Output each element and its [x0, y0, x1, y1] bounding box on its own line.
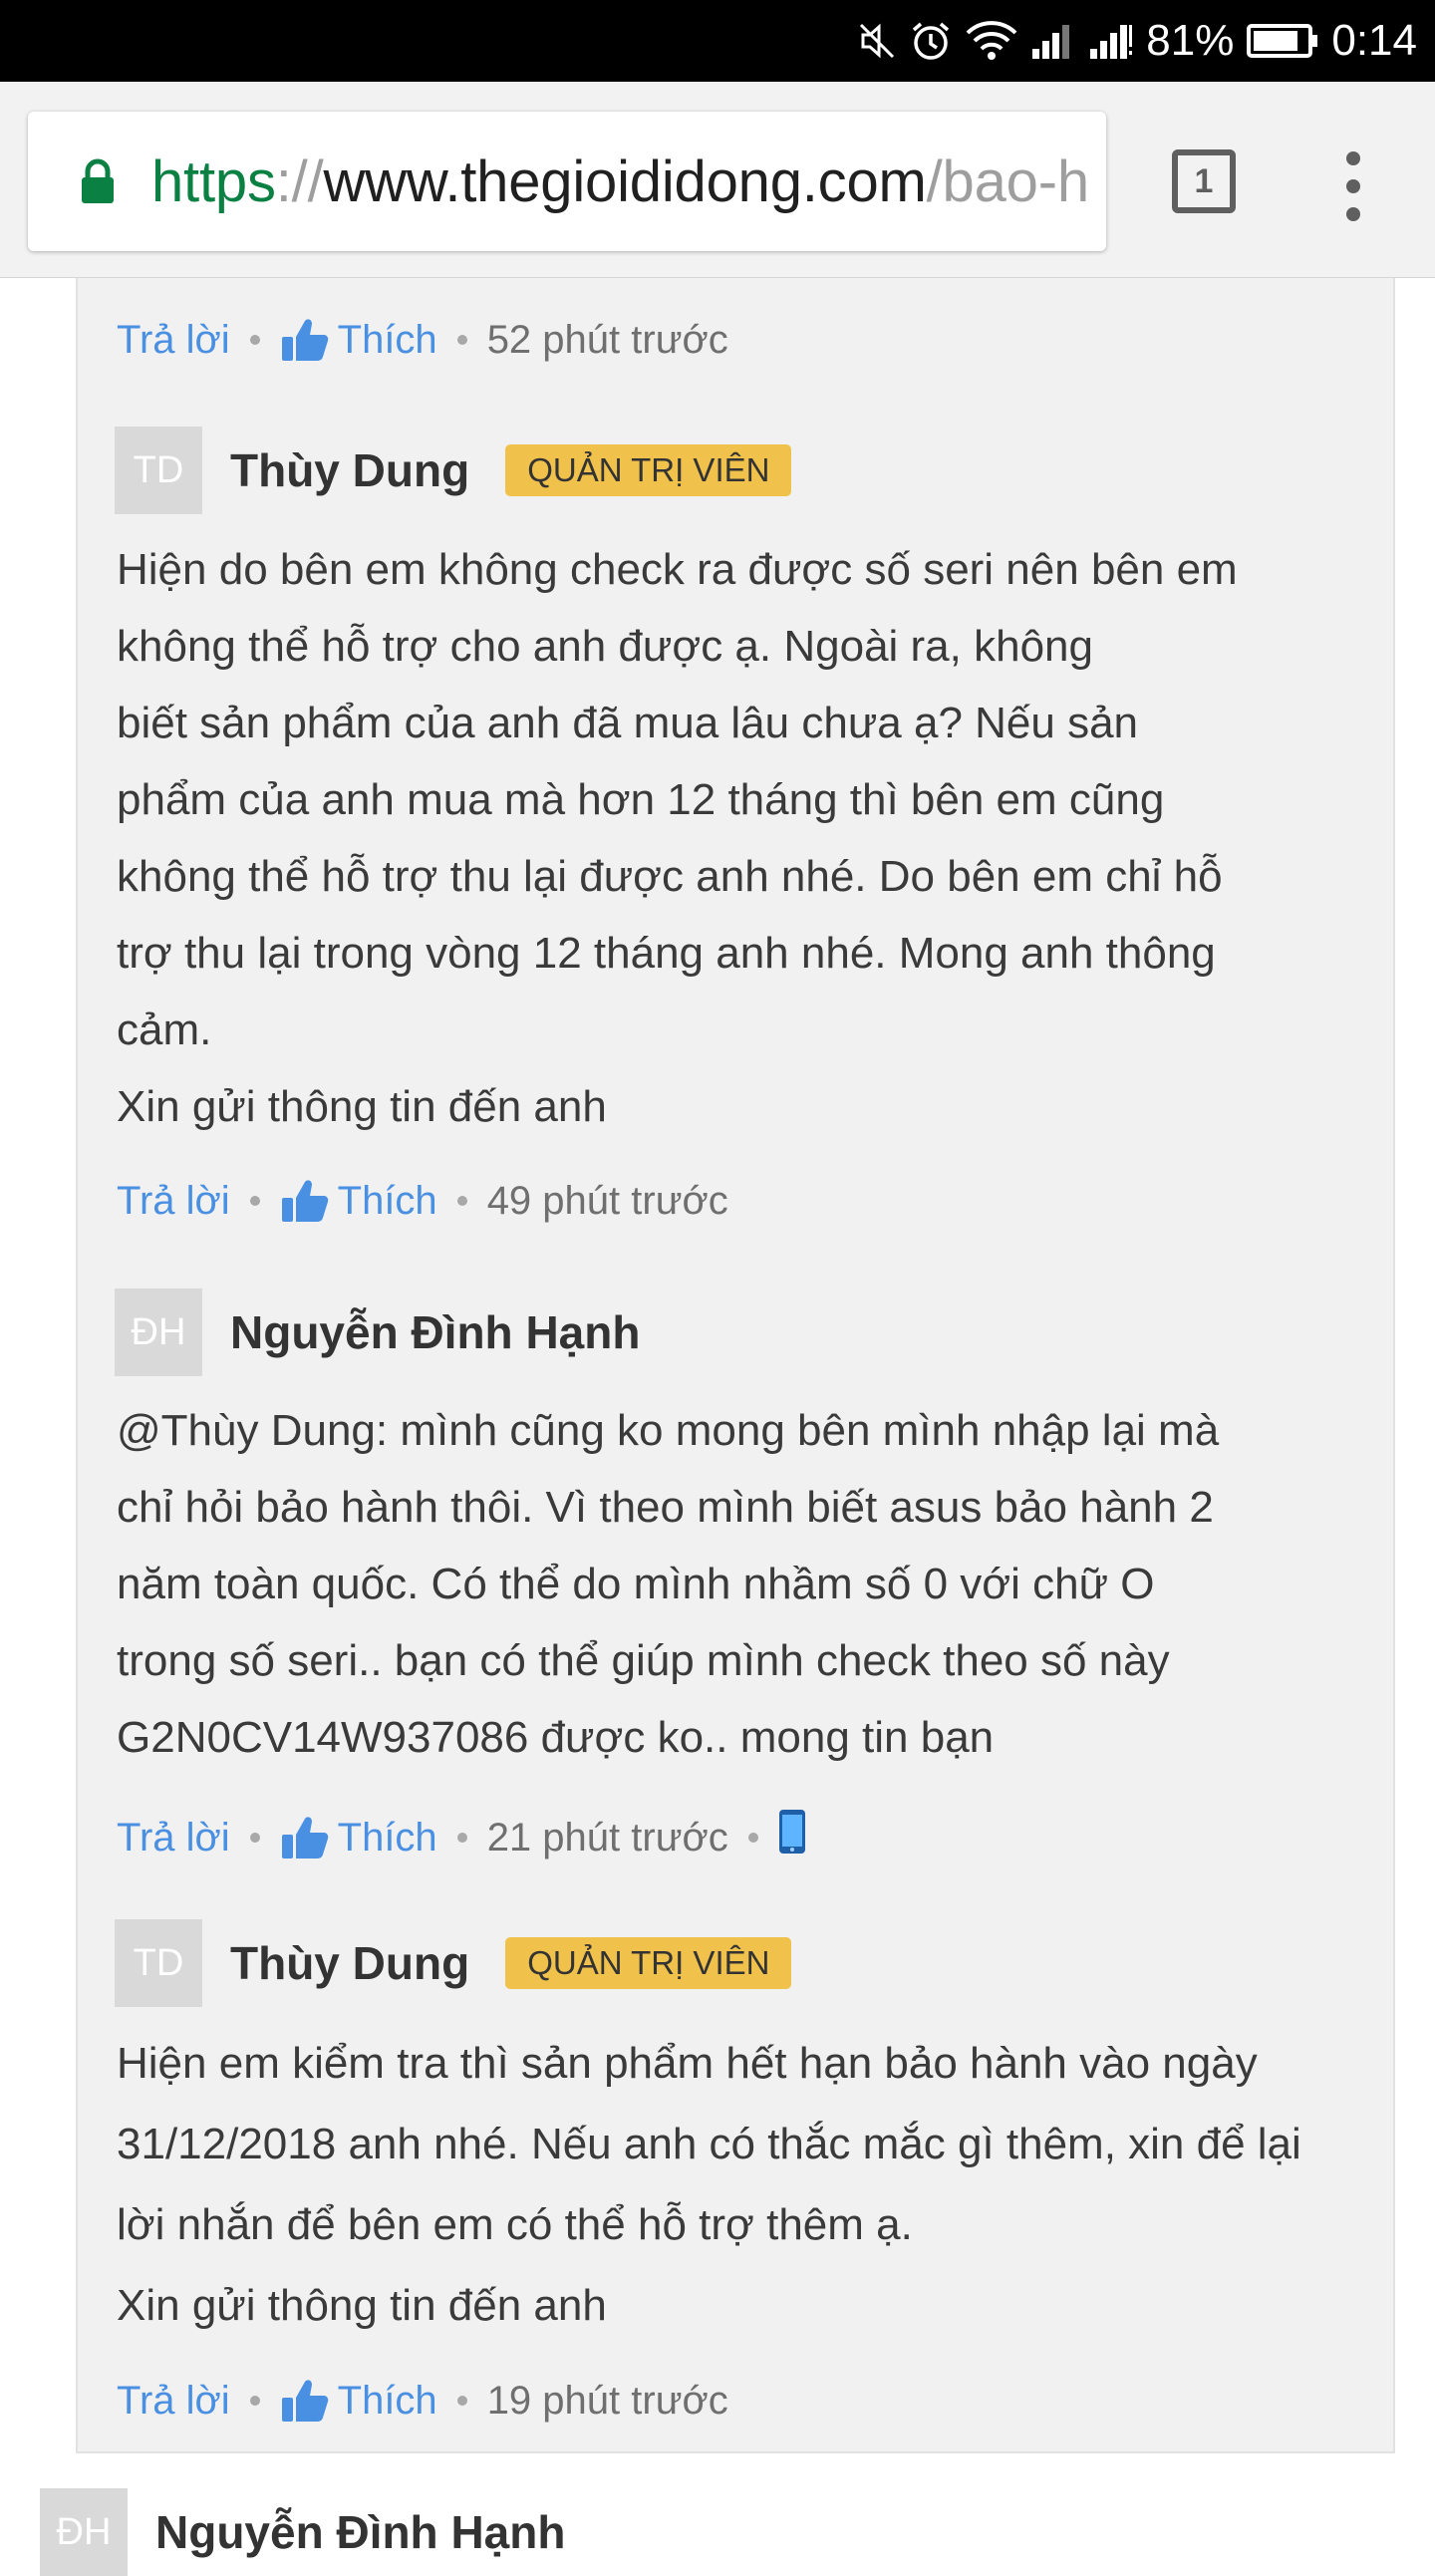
comment-header: TD Thùy Dung QUẢN TRỊ VIÊN	[115, 427, 792, 514]
browser-toolbar: https://www.thegioididong.com/bao-h 1	[0, 82, 1435, 278]
avatar: ĐH	[115, 1288, 202, 1376]
admin-badge: QUẢN TRỊ VIÊN	[505, 1937, 792, 1989]
comment-author[interactable]: Nguyễn Đình Hạnh	[230, 1305, 640, 1359]
comment-actions: Trả lời Thích 52 phút trước	[117, 316, 728, 364]
comment-line: trợ thu lại trong vòng 12 tháng anh nhé.…	[117, 929, 1216, 978]
url-text[interactable]: https://www.thegioididong.com/bao-h	[151, 148, 1086, 215]
comment-actions: Trả lời Thích 19 phút trước	[117, 2377, 728, 2425]
comment-line: G2N0CV14W937086 được ko.. mong tin bạn	[117, 1713, 995, 1762]
thumbs-up-icon	[281, 319, 328, 361]
like-button[interactable]: Thích	[280, 316, 437, 364]
like-button[interactable]: Thích	[280, 1814, 437, 1861]
avatar: TD	[115, 427, 202, 514]
comment-body: Hiện do bên em không check ra được số se…	[117, 531, 1352, 1145]
comment-line: Hiện do bên em không check ra được số se…	[117, 545, 1238, 594]
url-scheme: https	[151, 148, 276, 214]
comment-actions: Trả lời Thích 21 phút trước	[117, 1809, 806, 1865]
like-label: Thích	[337, 1179, 437, 1223]
comment-line: không thể hỗ trợ thu lại được anh nhé. D…	[117, 852, 1223, 901]
tab-switcher-button[interactable]: 1	[1172, 149, 1236, 213]
admin-badge: QUẢN TRỊ VIÊN	[505, 444, 792, 496]
url-host: www.thegioididong.com	[323, 148, 927, 214]
comment-actions: Trả lời Thích 49 phút trước	[117, 1177, 728, 1225]
status-time: 0:14	[1331, 16, 1417, 65]
comment-line: Hiện em kiểm tra thì sản phẩm hết hạn bả…	[117, 2039, 1258, 2088]
signal-icon	[1088, 16, 1134, 66]
thumbs-up-icon	[281, 1180, 328, 1222]
mute-icon	[857, 16, 897, 66]
menu-icon[interactable]	[1331, 151, 1375, 221]
avatar: TD	[115, 1919, 202, 2007]
comment-time: 21 phút trước	[486, 1815, 728, 1860]
comment-line: không thể hỗ trợ cho anh được ạ. Ngoài r…	[117, 622, 1093, 671]
comment-line: Xin gửi thông tin đến anh	[117, 2281, 607, 2330]
comment-time: 49 phút trước	[486, 1179, 728, 1223]
reply-link[interactable]: Trả lời	[117, 2377, 230, 2425]
url-separator: ://	[275, 148, 324, 214]
comment-header: ĐH Nguyễn Đình Hạnh	[115, 1288, 640, 1376]
like-label: Thích	[337, 318, 437, 362]
comment-author[interactable]: Thùy Dung	[230, 443, 469, 497]
like-button[interactable]: Thích	[280, 1177, 437, 1225]
like-label: Thích	[337, 1815, 437, 1860]
comment-line: cảm.	[117, 1005, 212, 1054]
comment-line: @Thùy Dung: mình cũng ko mong bên mình n…	[117, 1406, 1220, 1455]
comment-line: trong số seri.. bạn có thể giúp mình che…	[117, 1636, 1170, 1685]
comment-header: TD Thùy Dung QUẢN TRỊ VIÊN	[115, 1919, 792, 2007]
avatar: ĐH	[40, 2488, 128, 2576]
like-button[interactable]: Thích	[280, 2377, 437, 2425]
lock-icon[interactable]	[80, 158, 116, 204]
comment-time: 52 phút trước	[486, 318, 728, 362]
comment-line: phẩm của anh mua mà hơn 12 tháng thì bên…	[117, 775, 1165, 824]
thumbs-up-icon	[281, 2380, 328, 2422]
mobile-phone-icon	[778, 1809, 806, 1865]
comment-line: chỉ hỏi bảo hành thôi. Vì theo mình biết…	[117, 1483, 1214, 1532]
comment-line: 31/12/2018 anh nhé. Nếu anh có thắc mắc …	[117, 2120, 1301, 2168]
thumbs-up-icon	[281, 1816, 328, 1859]
address-bar[interactable]: https://www.thegioididong.com/bao-h	[28, 112, 1106, 251]
comment-body: @Thùy Dung: mình cũng ko mong bên mình n…	[117, 1392, 1352, 1776]
comment-author[interactable]: Thùy Dung	[230, 1936, 469, 1990]
reply-link[interactable]: Trả lời	[117, 316, 230, 364]
comment-line: Xin gửi thông tin đến anh	[117, 1082, 607, 1131]
like-label: Thích	[337, 2379, 437, 2423]
status-bar: 81% 0:14	[0, 0, 1435, 82]
comment-line: lời nhắn để bên em có thể hỗ trợ thêm ạ.	[117, 2200, 913, 2249]
comment-line: năm toàn quốc. Có thể do mình nhầm số 0 …	[117, 1560, 1155, 1608]
tab-count: 1	[1194, 161, 1214, 200]
signal-icon	[1030, 16, 1076, 66]
comment-body: Hiện em kiểm tra thì sản phẩm hết hạn bả…	[117, 2023, 1352, 2346]
comment-line: biết sản phẩm của anh đã mua lâu chưa ạ?…	[117, 699, 1139, 747]
url-path: /bao-h	[926, 148, 1086, 214]
comment-header: ĐH Nguyễn Đình Hạnh	[40, 2488, 565, 2576]
alarm-icon	[909, 16, 953, 66]
wifi-icon	[965, 16, 1018, 66]
battery-icon	[1246, 16, 1319, 66]
reply-link[interactable]: Trả lời	[117, 1814, 230, 1861]
battery-percent: 81%	[1146, 16, 1235, 65]
reply-link[interactable]: Trả lời	[117, 1177, 230, 1225]
comment-time: 19 phút trước	[486, 2379, 728, 2423]
